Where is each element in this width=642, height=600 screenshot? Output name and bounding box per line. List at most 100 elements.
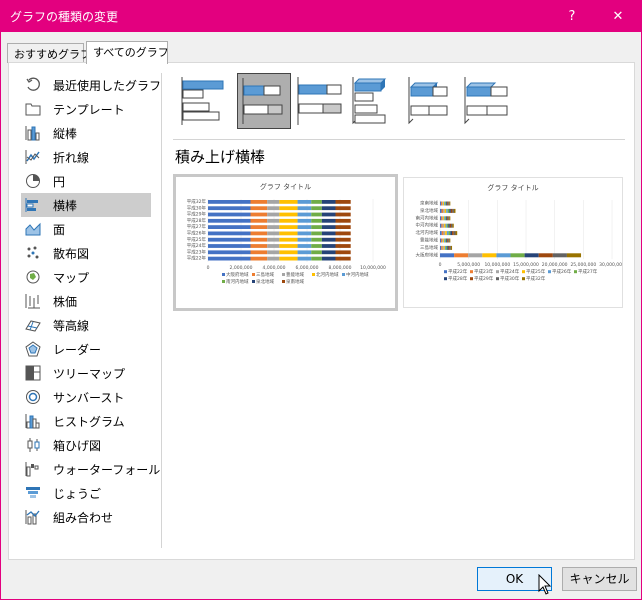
sidebar-item-area-chart[interactable]: 面 (21, 217, 151, 241)
tab-recommended[interactable]: おすすめグラフ (7, 43, 91, 63)
bar-segment (311, 206, 322, 211)
preview-stacked-by-year[interactable]: グラフ タイトル 0 2,000,000 4,000,000 6,000,000 8,0… (173, 174, 398, 311)
sidebar-item-sunburst-chart[interactable]: サンバースト (21, 385, 151, 409)
sidebar-item-treemap-chart[interactable]: ツリーマップ (21, 361, 151, 385)
y-tick-label: 泉南地域 (420, 200, 438, 207)
bar-segment (335, 256, 351, 261)
bar-segment (297, 237, 312, 242)
sidebar-item-label: 株価 (53, 294, 78, 309)
sidebar-item-histogram-chart[interactable]: ヒストグラム (21, 409, 151, 433)
bar-segment (279, 200, 298, 204)
sidebar-item-funnel-chart[interactable]: じょうご (21, 481, 151, 505)
legend-swatch (522, 270, 525, 274)
divider (173, 139, 625, 140)
bar-segment (335, 250, 351, 255)
subtype-100-stacked-bar[interactable] (293, 73, 347, 129)
sidebar-item-label: 散布図 (53, 246, 90, 261)
y-tick-label: 平成25年 (187, 236, 207, 243)
bar-segment (250, 256, 268, 261)
bar-segment (452, 231, 454, 236)
bar-segment (279, 237, 298, 242)
sidebar-item-stock-chart[interactable]: 株価 (21, 289, 151, 313)
bar-segment (452, 208, 454, 213)
sidebar-item-pie-chart[interactable]: 円 (21, 169, 151, 193)
legend-swatch (312, 273, 315, 276)
bar-segment (250, 218, 268, 223)
y-tick-label: 平成26年 (187, 230, 207, 237)
bar-segment (442, 201, 444, 206)
recent-icon (26, 77, 40, 91)
sidebar-item-map-chart[interactable]: マップ (21, 265, 151, 289)
bar-segment (267, 231, 280, 236)
change-chart-type-dialog: グラフの種類の変更 ? ✕ おすすめグラフ すべてのグラフ 最近使用したグラフテ… (0, 0, 642, 600)
bar-segment (448, 245, 450, 250)
sidebar-item-box-whisker-chart[interactable]: 箱ひげ図 (21, 433, 151, 457)
bar-segment (208, 200, 251, 204)
subtype-3d-100-stacked-bar[interactable] (461, 73, 515, 129)
bar-segment (321, 200, 336, 204)
sidebar-item-scatter-chart[interactable]: 散布図 (21, 241, 151, 265)
bar-segment (267, 244, 280, 248)
bar-segment (208, 212, 251, 217)
sidebar-item-waterfall-chart[interactable]: ウォーターフォール (21, 457, 160, 481)
bar-segment (297, 225, 312, 229)
subtype-stacked-bar[interactable] (237, 73, 291, 129)
preview-stacked-by-region[interactable]: グラフ タイトル 0 5,000,000 10,000,000 15,000,000 2… (403, 177, 623, 308)
sidebar-item-surface-chart[interactable]: 等高線 (21, 313, 151, 337)
y-tick-label: 南河内地域 (416, 214, 439, 221)
bar-segment (321, 256, 336, 261)
bar-segment (449, 208, 451, 213)
bar-segment (450, 231, 453, 236)
sidebar-item-bar-chart[interactable]: 横棒 (21, 193, 151, 217)
legend-label: 平成27年 (578, 268, 598, 275)
y-tick-label: 平成23年 (187, 248, 207, 255)
combo-chart-icon (25, 510, 40, 525)
sidebar-item-folder[interactable]: テンプレート (21, 97, 151, 121)
bar-segment (297, 256, 312, 261)
x-tick-label: 0 (439, 262, 442, 268)
sidebar-item-recent[interactable]: 最近使用したグラフ (21, 73, 161, 97)
bar-segment (443, 231, 446, 236)
3d-clustered-bar-icon (352, 77, 387, 125)
bar-segment (446, 245, 448, 250)
bar-segment (297, 250, 312, 255)
subtype-3d-stacked-bar[interactable] (405, 73, 459, 129)
y-tick-label: 北河内地域 (416, 229, 439, 236)
bar-segment (442, 245, 444, 250)
bar-segment (445, 238, 447, 243)
close-button[interactable]: ✕ (595, 1, 641, 32)
bar-segment (443, 245, 445, 250)
bar-segment (443, 216, 445, 221)
bar-segment (441, 223, 443, 228)
bar-segment (321, 218, 336, 223)
sidebar-item-radar-chart[interactable]: レーダー (21, 337, 151, 361)
tab-all-charts[interactable]: すべてのグラフ (86, 41, 169, 64)
legend-label: 大阪府地域 (226, 271, 249, 278)
bar-segment (449, 216, 451, 221)
help-button[interactable]: ? (549, 1, 595, 32)
bar-segment (279, 206, 298, 211)
histogram-chart-icon (25, 414, 40, 429)
subtype-clustered-bar[interactable] (177, 73, 231, 129)
x-tick-label: 6,000,000 (296, 265, 319, 271)
y-tick-label: 三島地域 (420, 244, 438, 251)
x-tick-label: 5,000,000 (457, 262, 480, 268)
sidebar-item-line-chart[interactable]: 折れ線 (21, 145, 151, 169)
x-tick-label: 4,000,000 (263, 265, 286, 271)
subtype-3d-clustered-bar[interactable] (349, 73, 403, 129)
x-tick-label: 30,000,000 (599, 262, 622, 268)
legend-label: 平成23年 (474, 268, 494, 275)
bar-segment (442, 238, 444, 243)
bar-segment (443, 201, 445, 206)
column-chart-icon (25, 126, 40, 141)
legend-swatch (444, 277, 447, 281)
bar-segment (208, 256, 251, 261)
bar-segment (321, 237, 336, 242)
sidebar-item-column-chart[interactable]: 縦棒 (21, 121, 151, 145)
legend-swatch (252, 273, 255, 276)
bar-segment (267, 218, 280, 223)
sidebar-item-combo-chart[interactable]: 組み合わせ (21, 505, 151, 529)
bar-segment (449, 238, 451, 243)
legend-swatch (496, 277, 499, 281)
cancel-button[interactable]: キャンセル (562, 567, 637, 591)
